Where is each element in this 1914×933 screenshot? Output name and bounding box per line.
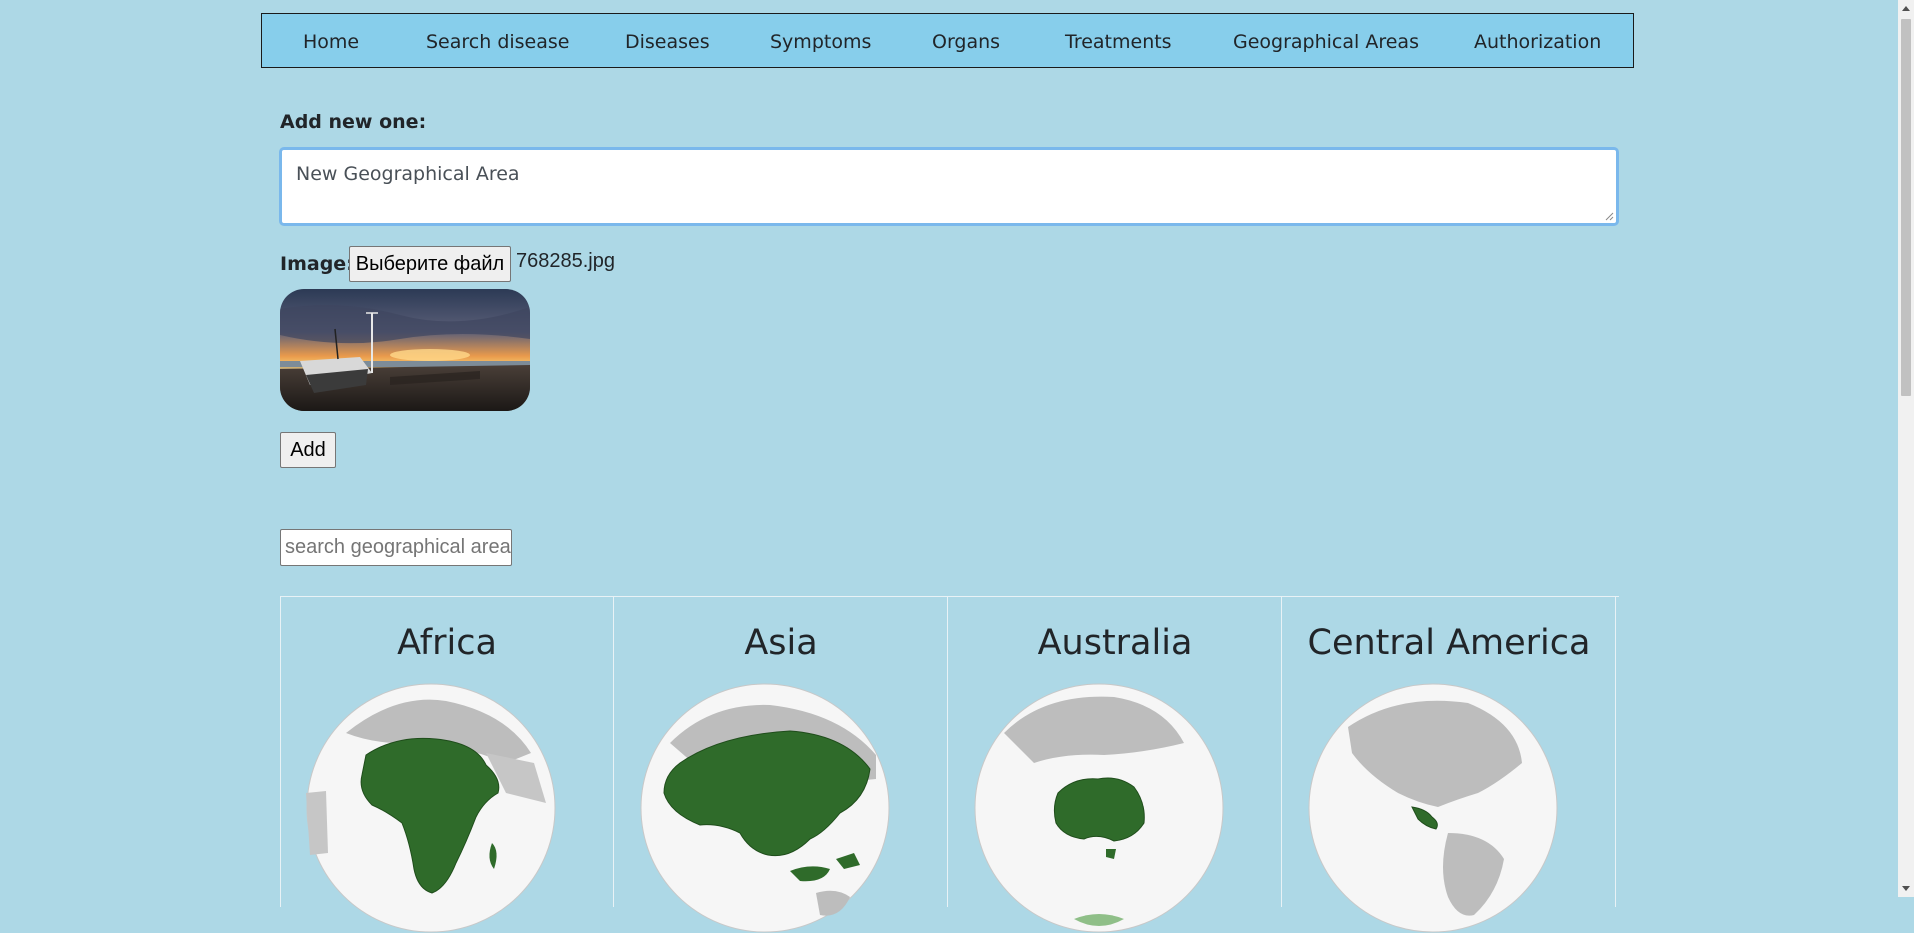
- scroll-up-icon[interactable]: [1898, 0, 1914, 17]
- nav-geographical-areas[interactable]: Geographical Areas: [1233, 14, 1419, 67]
- area-title: Central America: [1307, 623, 1591, 663]
- nav-organs[interactable]: Organs: [932, 14, 1000, 67]
- africa-globe-image: [306, 683, 556, 933]
- area-card-australia[interactable]: Australia: [949, 597, 1282, 933]
- resize-grip-icon[interactable]: [1604, 211, 1614, 221]
- nav-authorization[interactable]: Authorization: [1474, 14, 1601, 67]
- area-title: Africa: [397, 623, 497, 663]
- add-button[interactable]: Add: [280, 432, 336, 468]
- nav-diseases[interactable]: Diseases: [625, 14, 710, 67]
- image-label: Image:: [280, 253, 354, 275]
- area-card-africa[interactable]: Africa: [281, 597, 614, 933]
- scroll-down-icon[interactable]: [1898, 880, 1914, 897]
- nav-home[interactable]: Home: [303, 14, 359, 67]
- area-title: Australia: [1037, 623, 1193, 663]
- area-title: Asia: [744, 623, 818, 663]
- area-card-central-america[interactable]: Central America: [1283, 597, 1616, 933]
- area-name-textarea[interactable]: New Geographical Area: [279, 147, 1619, 226]
- area-card-asia[interactable]: Asia: [615, 597, 948, 933]
- nav-symptoms[interactable]: Symptoms: [770, 14, 871, 67]
- choose-file-button[interactable]: Выберите файл: [349, 246, 511, 282]
- australia-globe-image: [974, 683, 1224, 933]
- area-name-value: New Geographical Area: [296, 163, 520, 185]
- main-nav: Home Search disease Diseases Symptoms Or…: [261, 13, 1634, 68]
- nav-treatments[interactable]: Treatments: [1065, 14, 1172, 67]
- nav-search-disease[interactable]: Search disease: [426, 14, 569, 67]
- asia-globe-image: [640, 683, 890, 933]
- area-grid: Africa Asia Australia Central America: [280, 596, 1619, 933]
- central-america-globe-image: [1308, 683, 1558, 933]
- add-new-label: Add new one:: [280, 111, 427, 133]
- search-placeholder: search geographical area: [285, 536, 511, 558]
- page: Home Search disease Diseases Symptoms Or…: [0, 0, 1914, 933]
- scrollbar-thumb[interactable]: [1901, 19, 1911, 396]
- image-preview: [280, 289, 530, 411]
- page-scrollbar[interactable]: [1898, 0, 1914, 897]
- search-input[interactable]: search geographical area: [280, 529, 512, 566]
- selected-file-name: 768285.jpg: [516, 250, 615, 272]
